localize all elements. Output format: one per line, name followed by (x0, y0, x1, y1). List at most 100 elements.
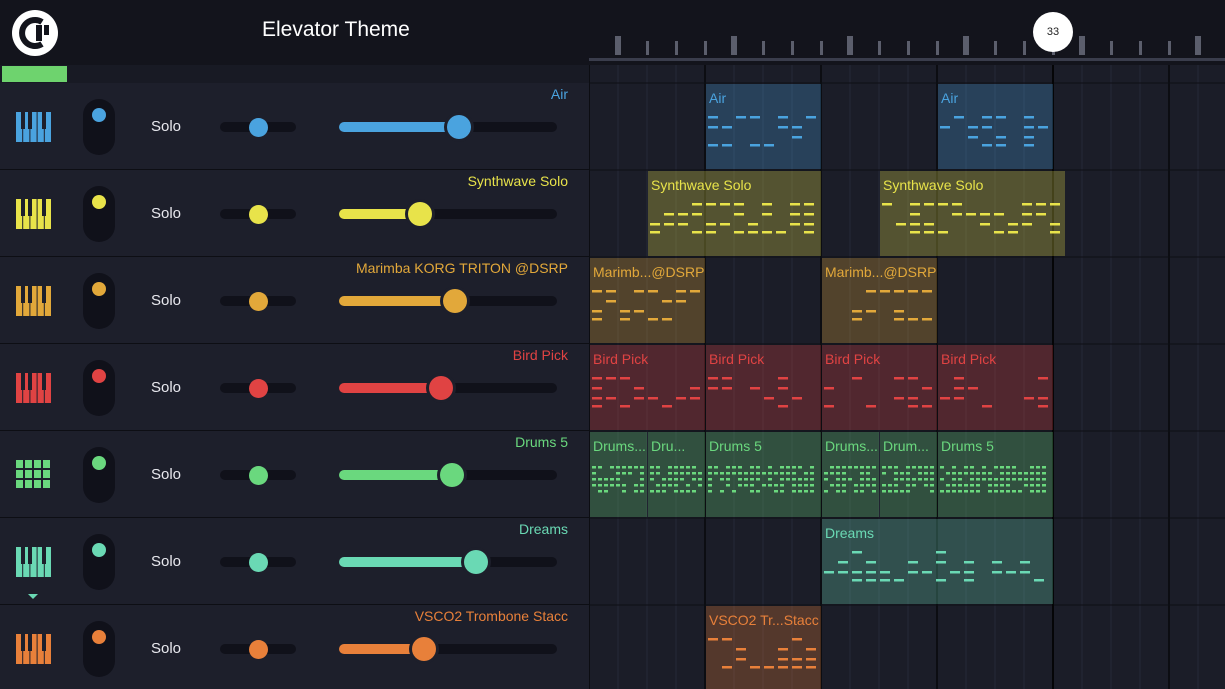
volume-slider-fill (339, 296, 455, 306)
piano-icon (16, 199, 51, 229)
progress-indicator (2, 66, 67, 82)
ruler-baseline (589, 58, 1225, 61)
note-pattern (824, 377, 932, 408)
clip[interactable]: Drums... (590, 432, 647, 517)
note-pattern (708, 377, 802, 408)
toggle-knob (92, 282, 106, 296)
clip[interactable]: Bird Pick (822, 345, 937, 430)
ruler-tick (791, 41, 794, 55)
mute-toggle[interactable] (83, 360, 115, 416)
pan-slider-thumb[interactable] (248, 205, 268, 224)
ruler-tick (936, 41, 939, 55)
note-pattern (592, 290, 700, 321)
note-pattern (592, 466, 644, 493)
ruler-tick (704, 41, 707, 55)
note-pattern (940, 116, 1048, 147)
note-pattern (824, 551, 1044, 582)
track-row[interactable]: Solo Air (0, 83, 589, 170)
ruler-tick (878, 41, 881, 55)
solo-button[interactable]: Solo (151, 466, 181, 483)
track-row[interactable]: Solo Synthwave Solo (0, 170, 589, 257)
clip[interactable]: VSCO2 Tr...Stacc (706, 606, 821, 689)
volume-slider-thumb[interactable] (429, 376, 454, 400)
ruler-tick (731, 36, 737, 55)
solo-button[interactable]: Solo (151, 205, 181, 222)
solo-button[interactable]: Solo (151, 118, 181, 135)
arrangement-grid[interactable]: Air Air Synthwave Solo Synthwave Solo Marimb… (588, 65, 1225, 689)
clip[interactable]: Air (938, 84, 1053, 169)
volume-slider-thumb[interactable] (407, 202, 432, 226)
volume-slider-thumb[interactable] (446, 115, 471, 139)
track-name: VSCO2 Trombone Stacc (414, 608, 568, 624)
piano-icon (16, 547, 51, 577)
clip[interactable]: Drums 5 (706, 432, 821, 517)
piano-icon (16, 373, 51, 403)
pan-slider-thumb[interactable] (248, 292, 268, 311)
clip[interactable]: Drum... (880, 432, 937, 517)
track-row[interactable]: Solo Bird Pick (0, 344, 589, 431)
volume-slider-fill (339, 122, 459, 132)
timeline-ruler[interactable] (589, 0, 1225, 65)
clip[interactable]: Drums 5 (938, 432, 1053, 517)
track-row[interactable]: Solo Dreams (0, 518, 589, 605)
pan-slider-thumb[interactable] (248, 640, 268, 659)
volume-slider-thumb[interactable] (412, 637, 437, 661)
track-row[interactable]: Solo Drums 5 (0, 431, 589, 518)
track-name: Dreams (518, 521, 568, 537)
clip[interactable]: Bird Pick (938, 345, 1053, 430)
clip[interactable]: Marimb...@DSRP (822, 258, 937, 343)
mute-toggle[interactable] (83, 447, 115, 503)
toggle-knob (92, 369, 106, 383)
ruler-tick (675, 41, 678, 55)
clip[interactable]: Bird Pick (706, 345, 821, 430)
solo-button[interactable]: Solo (151, 379, 181, 396)
clip[interactable]: Marimb...@DSRP (590, 258, 705, 343)
note-pattern (708, 116, 816, 147)
ruler-tick (1110, 41, 1113, 55)
solo-button[interactable]: Solo (151, 553, 181, 570)
pan-slider-thumb[interactable] (248, 379, 268, 398)
ruler-tick (1079, 36, 1085, 55)
track-name: Air (550, 86, 568, 102)
ruler-tick (1023, 41, 1026, 55)
piano-icon (16, 634, 51, 664)
volume-slider-fill (339, 470, 453, 480)
track-row[interactable]: Solo Marimba KORG TRITON @DSRP (0, 257, 589, 344)
app-logo[interactable] (12, 10, 58, 56)
pan-slider-thumb[interactable] (248, 553, 268, 572)
ruler-tick (762, 41, 765, 55)
note-pattern (882, 466, 934, 493)
clip[interactable]: Air (706, 84, 821, 169)
ruler-tick (646, 41, 649, 55)
mute-toggle[interactable] (83, 99, 115, 155)
clip[interactable]: Dru... (648, 432, 705, 517)
track-name: Drums 5 (515, 434, 568, 450)
clip[interactable]: Bird Pick (590, 345, 705, 430)
header: Elevator Theme 33 (0, 0, 1225, 65)
track-name: Bird Pick (512, 347, 568, 363)
volume-slider-thumb[interactable] (442, 289, 467, 313)
note-pattern (708, 466, 814, 493)
song-title: Elevator Theme (262, 18, 410, 41)
logo-icon (19, 17, 49, 49)
volume-slider-thumb[interactable] (464, 550, 489, 574)
mute-toggle[interactable] (83, 621, 115, 677)
mute-toggle[interactable] (83, 273, 115, 329)
clip[interactable]: Dreams (822, 519, 1053, 604)
volume-slider-thumb[interactable] (440, 463, 465, 487)
pan-slider-thumb[interactable] (248, 118, 268, 137)
mute-toggle[interactable] (83, 186, 115, 242)
clip[interactable]: Drums... (822, 432, 879, 517)
clip[interactable]: Synthwave Solo (880, 171, 1065, 256)
drum-pad-icon (16, 460, 50, 488)
mute-toggle[interactable] (83, 534, 115, 590)
note-pattern (882, 203, 1060, 234)
toggle-knob (92, 195, 106, 209)
expand-chevron-icon[interactable] (28, 594, 38, 599)
solo-button[interactable]: Solo (151, 640, 181, 657)
solo-button[interactable]: Solo (151, 292, 181, 309)
playhead-bar-badge[interactable]: 33 (1033, 12, 1073, 52)
pan-slider-thumb[interactable] (248, 466, 268, 485)
clip[interactable]: Synthwave Solo (648, 171, 821, 256)
track-row[interactable]: Solo VSCO2 Trombone Stacc (0, 605, 589, 689)
